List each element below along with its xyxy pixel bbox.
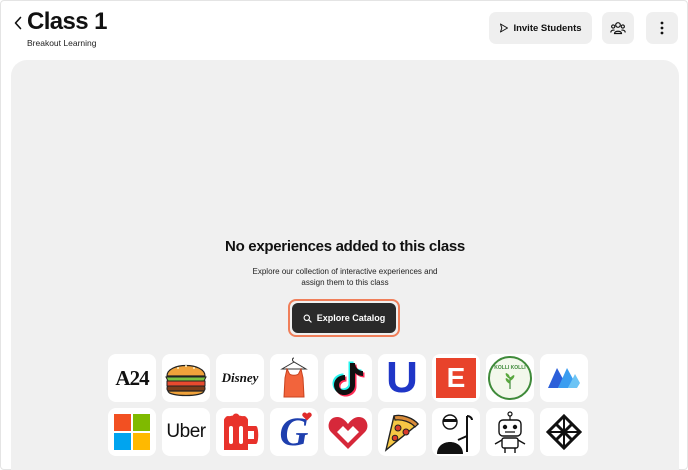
mug-logo[interactable] [216,408,264,456]
uber-logo[interactable]: Uber [162,408,210,456]
kolli-kolli-logo[interactable]: KOLLI KOLLI [486,354,534,402]
microsoft-logo[interactable] [108,408,156,456]
invite-students-label: Invite Students [513,22,582,34]
explore-catalog-focus-ring: Explore Catalog [288,299,400,337]
pizza-logo[interactable] [378,408,426,456]
burger-logo[interactable] [162,354,210,402]
e-logo-text: E [446,362,466,393]
robot-logo[interactable] [486,408,534,456]
page-title: Class 1 [27,8,107,35]
e-logo-box: E [436,358,476,398]
disney-logo-text: Disney [221,370,259,385]
knot-logo[interactable] [540,408,588,456]
logo-row-1: A24 Disney U E KOLLI KOLLI [108,354,588,402]
send-icon [500,23,509,33]
a24-logo[interactable]: A24 [108,354,156,402]
a24-logo-text: A24 [115,365,149,390]
blue-w-logo[interactable] [540,354,588,402]
kolli-kolli-badge: KOLLI KOLLI [488,356,532,400]
tank-top-logo[interactable] [270,354,318,402]
unilever-logo[interactable]: U [378,354,426,402]
uber-logo-text: Uber [166,421,206,442]
heart-logo[interactable] [324,408,372,456]
chevron-left-icon[interactable] [11,13,25,33]
people-icon [610,22,626,35]
more-vertical-icon [660,21,664,35]
heart-icon [302,412,312,421]
person-cane-logo[interactable] [432,408,480,456]
search-icon [303,314,312,323]
tiktok-logo[interactable] [324,354,372,402]
more-button[interactable] [646,12,678,44]
people-button[interactable] [602,12,634,44]
explore-catalog-label: Explore Catalog [316,313,386,323]
explore-catalog-button[interactable]: Explore Catalog [292,303,396,333]
logo-grid: A24 Disney U E KOLLI KOLLI Uber G [108,354,588,462]
logo-row-2: Uber G [108,408,588,456]
page-subtitle: Breakout Learning [27,38,97,48]
disney-logo[interactable]: Disney [216,354,264,402]
empty-state-title: No experiences added to this class [225,238,465,255]
general-mills-logo[interactable]: G [270,408,318,456]
empty-state-description: Explore our collection of interactive ex… [252,267,438,287]
e-logo[interactable]: E [432,354,480,402]
unilever-logo-text: U [386,354,418,402]
invite-students-button[interactable]: Invite Students [489,12,592,44]
main-panel: No experiences added to this class Explo… [11,60,679,470]
general-mills-mark: G [272,410,316,454]
